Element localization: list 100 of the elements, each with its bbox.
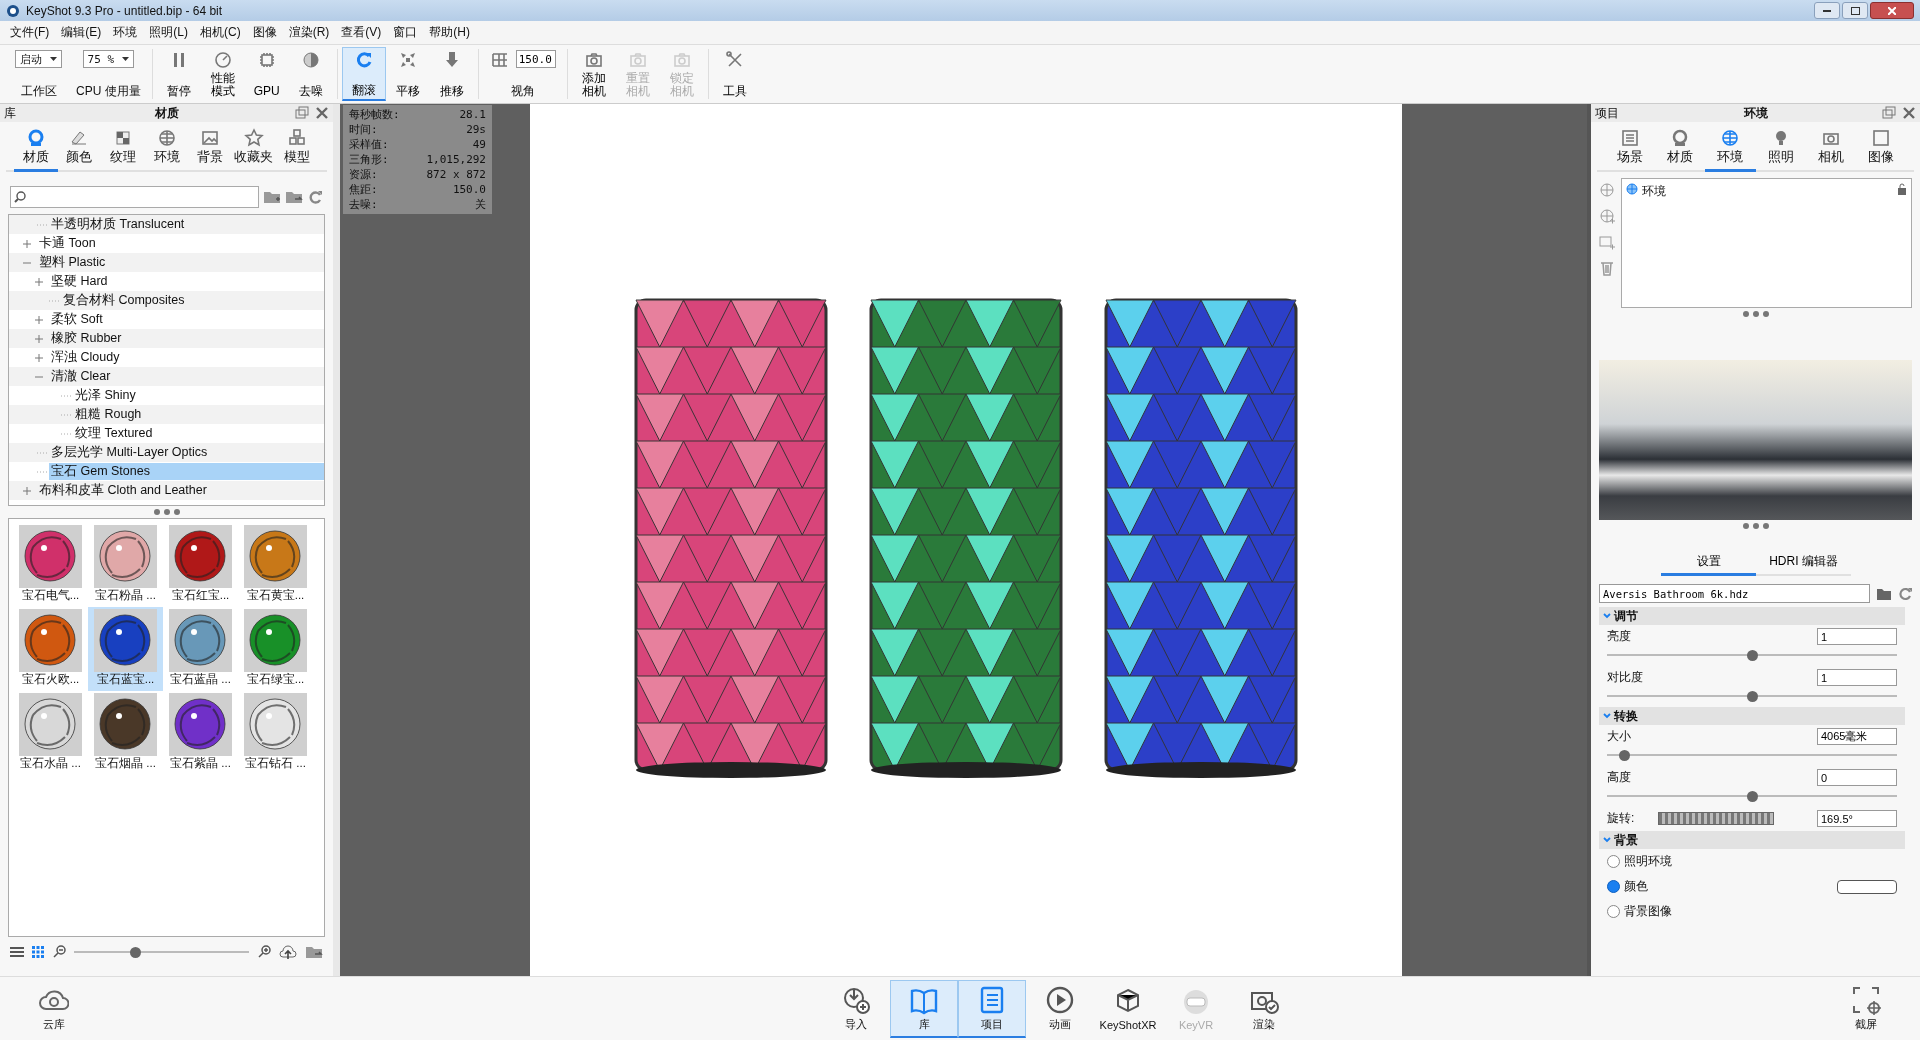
search-field[interactable] <box>10 186 259 208</box>
folder-icon[interactable] <box>1876 586 1892 601</box>
menu-item[interactable]: 相机(C) <box>194 24 247 41</box>
expand-icon[interactable] <box>33 332 45 345</box>
tree-item[interactable]: 光泽 Shiny <box>73 387 138 404</box>
toolbar-button[interactable]: 添加相机 <box>571 47 616 101</box>
zoom-out-icon[interactable] <box>52 945 66 959</box>
slider[interactable] <box>1607 789 1897 803</box>
tree-item[interactable]: 浑浊 Cloudy <box>49 349 122 366</box>
toolbar-button[interactable]: 推移 <box>429 47 474 101</box>
material-thumbnail[interactable]: 宝石火欧... <box>13 607 88 691</box>
toolbar-button[interactable]: GPU <box>244 47 289 101</box>
globe-add-icon[interactable] <box>1599 208 1615 224</box>
library-tab[interactable]: 纹理 <box>101 126 145 172</box>
close-icon[interactable] <box>315 106 329 120</box>
toolbar-button[interactable]: 平移 <box>385 47 430 101</box>
rotation-dial[interactable] <box>1658 812 1775 825</box>
environment-item[interactable]: 环境 <box>1642 183 1893 200</box>
dock-button[interactable]: 项目 <box>958 979 1026 1038</box>
slider[interactable] <box>1607 648 1897 662</box>
project-tab[interactable]: 图像 <box>1855 126 1907 172</box>
material-thumbnail[interactable]: 宝石绿宝... <box>238 607 313 691</box>
radio-button[interactable] <box>1607 855 1620 868</box>
folder-import-icon[interactable] <box>285 189 303 205</box>
material-thumbnail[interactable]: 宝石黄宝... <box>238 523 313 607</box>
minimize-button[interactable] <box>1814 2 1840 19</box>
value-field[interactable]: 1 <box>1817 669 1897 686</box>
file-field[interactable]: Aversis_Bathroom_6k.hdz <box>1599 584 1870 603</box>
dock-button[interactable]: 动画 <box>1026 979 1094 1038</box>
menu-item[interactable]: 渲染(R) <box>282 24 336 41</box>
tree-item[interactable]: 宝石 Gem Stones <box>49 463 324 480</box>
material-thumbnail[interactable]: 宝石蓝晶 ... <box>163 607 238 691</box>
tree-item[interactable]: 纹理 Textured <box>73 425 155 442</box>
library-tab[interactable]: 背景 <box>188 126 232 172</box>
menu-item[interactable]: 查看(V) <box>335 24 388 41</box>
material-thumbnail[interactable]: 宝石紫晶 ... <box>163 691 238 775</box>
project-tab[interactable]: 场景 <box>1605 126 1656 172</box>
zoom-slider[interactable] <box>74 945 249 959</box>
material-thumbnail[interactable]: 宝石水晶 ... <box>13 691 88 775</box>
section-header[interactable]: 调节 <box>1599 607 1905 625</box>
dock-button[interactable]: 导入 <box>822 979 890 1038</box>
menu-item[interactable]: 图像 <box>246 24 283 41</box>
project-tab[interactable]: 环境 <box>1705 126 1756 172</box>
section-header[interactable]: 转换 <box>1599 707 1905 725</box>
material-thumbnail[interactable]: 宝石钻石 ... <box>238 691 313 775</box>
material-thumbnail[interactable]: 宝石电气... <box>13 523 88 607</box>
trash-icon[interactable] <box>1599 260 1615 276</box>
slider[interactable] <box>1607 748 1897 762</box>
float-icon[interactable] <box>1882 106 1896 120</box>
drag-handle-icon[interactable] <box>1742 523 1769 529</box>
dock-button[interactable]: 渲染 <box>1230 979 1298 1038</box>
dropdown[interactable]: 75 % <box>82 50 135 68</box>
grid-view-icon[interactable] <box>32 946 44 958</box>
toolbar-button[interactable]: 翻滚 <box>341 47 386 101</box>
expand-icon[interactable] <box>21 237 33 250</box>
toolbar-button[interactable]: 去噪 <box>288 47 333 101</box>
menu-item[interactable]: 编辑(E) <box>55 24 108 41</box>
material-thumbnail[interactable]: 宝石红宝... <box>163 523 238 607</box>
expand-icon[interactable] <box>33 351 45 364</box>
dropdown[interactable]: 启动 <box>15 50 62 68</box>
value-field[interactable]: 4065毫米 <box>1817 728 1897 745</box>
expand-icon[interactable] <box>33 313 45 326</box>
drag-handle-icon[interactable] <box>153 509 180 515</box>
cloud-upload-icon[interactable] <box>279 945 297 959</box>
radio-button[interactable] <box>1607 905 1620 918</box>
section-header[interactable]: 背景 <box>1599 831 1905 849</box>
project-tab[interactable]: 相机 <box>1805 126 1856 172</box>
settings-tab[interactable]: HDRI 编辑器 <box>1756 550 1851 576</box>
material-thumbnail[interactable]: 宝石粉晶 ... <box>88 523 163 607</box>
menu-item[interactable]: 环境 <box>107 24 144 41</box>
library-tab[interactable]: 材质 <box>14 126 58 172</box>
dock-button[interactable]: 库 <box>890 979 958 1038</box>
tree-item[interactable]: 柔软 Soft <box>49 311 105 328</box>
dock-button[interactable]: 云库 <box>20 979 88 1038</box>
list-view-icon[interactable] <box>10 946 24 958</box>
tree-item[interactable]: 清澈 Clear <box>49 368 113 385</box>
tree-item[interactable]: 坚硬 Hard <box>49 273 110 290</box>
radio-button[interactable] <box>1607 880 1620 893</box>
globe-copy-icon[interactable] <box>1599 182 1615 198</box>
color-swatch[interactable] <box>1837 879 1897 894</box>
expand-icon[interactable] <box>33 275 45 288</box>
expand-icon[interactable] <box>21 484 33 497</box>
folder-import-icon[interactable] <box>305 945 323 959</box>
folder-add-icon[interactable] <box>263 189 281 205</box>
close-button[interactable] <box>1870 2 1914 19</box>
material-thumbnail[interactable]: 宝石烟晶 ... <box>88 691 163 775</box>
menu-item[interactable]: 文件(F) <box>4 24 56 41</box>
library-tab[interactable]: 颜色 <box>57 126 102 172</box>
value-field[interactable]: 1 <box>1817 628 1897 645</box>
value-field[interactable]: 169.5° <box>1817 810 1897 827</box>
toolbar-button[interactable]: 暂停 <box>156 47 201 101</box>
library-tab[interactable]: 收藏夹 <box>231 126 276 172</box>
library-tab[interactable]: 环境 <box>144 126 189 172</box>
menu-item[interactable]: 窗口 <box>387 24 424 41</box>
dock-button[interactable]: 截屏 <box>1832 979 1900 1038</box>
material-thumbnail[interactable]: 宝石蓝宝... <box>88 607 163 691</box>
library-tab[interactable]: 模型 <box>275 126 320 172</box>
project-tab[interactable]: 照明 <box>1755 126 1806 172</box>
value-field[interactable]: 0 <box>1817 769 1897 786</box>
tree-item[interactable]: 卡通 Toon <box>37 235 98 252</box>
